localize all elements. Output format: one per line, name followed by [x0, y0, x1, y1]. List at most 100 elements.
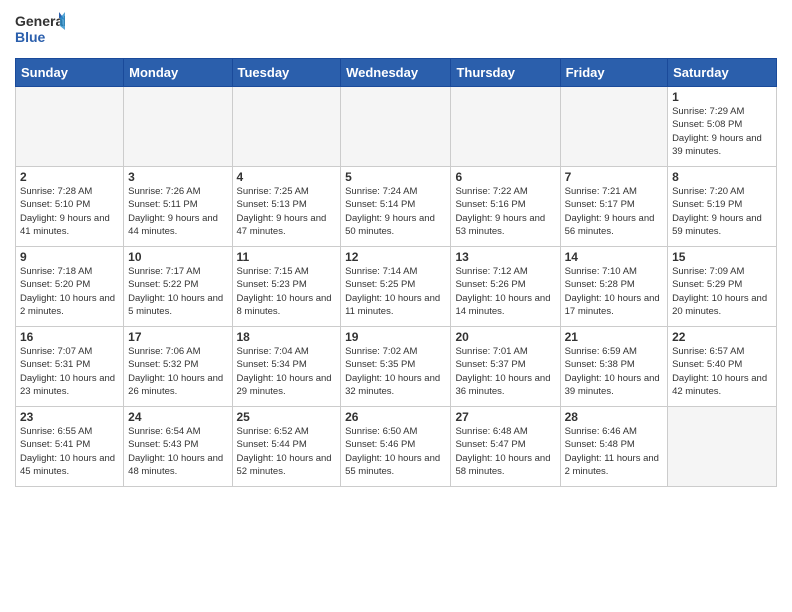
calendar-cell: 24Sunrise: 6:54 AM Sunset: 5:43 PM Dayli… — [124, 407, 232, 487]
calendar-cell: 28Sunrise: 6:46 AM Sunset: 5:48 PM Dayli… — [560, 407, 667, 487]
day-number: 13 — [455, 250, 555, 264]
day-info: Sunrise: 7:15 AM Sunset: 5:23 PM Dayligh… — [237, 265, 337, 318]
day-info: Sunrise: 7:26 AM Sunset: 5:11 PM Dayligh… — [128, 185, 227, 238]
day-info: Sunrise: 7:18 AM Sunset: 5:20 PM Dayligh… — [20, 265, 119, 318]
calendar-cell — [451, 87, 560, 167]
calendar-cell — [560, 87, 667, 167]
calendar-header-saturday: Saturday — [668, 59, 777, 87]
day-info: Sunrise: 6:46 AM Sunset: 5:48 PM Dayligh… — [565, 425, 663, 478]
day-info: Sunrise: 7:06 AM Sunset: 5:32 PM Dayligh… — [128, 345, 227, 398]
logo: General Blue — [15, 10, 65, 50]
calendar-cell — [341, 87, 451, 167]
day-info: Sunrise: 7:24 AM Sunset: 5:14 PM Dayligh… — [345, 185, 446, 238]
day-number: 18 — [237, 330, 337, 344]
day-number: 19 — [345, 330, 446, 344]
day-info: Sunrise: 7:12 AM Sunset: 5:26 PM Dayligh… — [455, 265, 555, 318]
day-number: 23 — [20, 410, 119, 424]
calendar-week-2: 2Sunrise: 7:28 AM Sunset: 5:10 PM Daylig… — [16, 167, 777, 247]
calendar-cell: 13Sunrise: 7:12 AM Sunset: 5:26 PM Dayli… — [451, 247, 560, 327]
day-number: 11 — [237, 250, 337, 264]
calendar-week-4: 16Sunrise: 7:07 AM Sunset: 5:31 PM Dayli… — [16, 327, 777, 407]
calendar-cell: 11Sunrise: 7:15 AM Sunset: 5:23 PM Dayli… — [232, 247, 341, 327]
day-info: Sunrise: 7:22 AM Sunset: 5:16 PM Dayligh… — [455, 185, 555, 238]
calendar-cell: 17Sunrise: 7:06 AM Sunset: 5:32 PM Dayli… — [124, 327, 232, 407]
calendar-cell: 25Sunrise: 6:52 AM Sunset: 5:44 PM Dayli… — [232, 407, 341, 487]
day-info: Sunrise: 7:25 AM Sunset: 5:13 PM Dayligh… — [237, 185, 337, 238]
calendar-cell — [232, 87, 341, 167]
day-info: Sunrise: 7:04 AM Sunset: 5:34 PM Dayligh… — [237, 345, 337, 398]
svg-text:General: General — [15, 13, 65, 29]
day-number: 16 — [20, 330, 119, 344]
day-number: 5 — [345, 170, 446, 184]
calendar-week-3: 9Sunrise: 7:18 AM Sunset: 5:20 PM Daylig… — [16, 247, 777, 327]
calendar-cell: 9Sunrise: 7:18 AM Sunset: 5:20 PM Daylig… — [16, 247, 124, 327]
day-number: 28 — [565, 410, 663, 424]
day-info: Sunrise: 6:48 AM Sunset: 5:47 PM Dayligh… — [455, 425, 555, 478]
calendar-cell: 1Sunrise: 7:29 AM Sunset: 5:08 PM Daylig… — [668, 87, 777, 167]
day-info: Sunrise: 7:14 AM Sunset: 5:25 PM Dayligh… — [345, 265, 446, 318]
day-number: 25 — [237, 410, 337, 424]
day-info: Sunrise: 7:07 AM Sunset: 5:31 PM Dayligh… — [20, 345, 119, 398]
calendar-week-1: 1Sunrise: 7:29 AM Sunset: 5:08 PM Daylig… — [16, 87, 777, 167]
day-number: 8 — [672, 170, 772, 184]
calendar-cell: 22Sunrise: 6:57 AM Sunset: 5:40 PM Dayli… — [668, 327, 777, 407]
day-info: Sunrise: 7:01 AM Sunset: 5:37 PM Dayligh… — [455, 345, 555, 398]
day-number: 27 — [455, 410, 555, 424]
day-info: Sunrise: 6:57 AM Sunset: 5:40 PM Dayligh… — [672, 345, 772, 398]
logo-container: General Blue — [15, 10, 65, 50]
calendar-cell: 8Sunrise: 7:20 AM Sunset: 5:19 PM Daylig… — [668, 167, 777, 247]
calendar-header-tuesday: Tuesday — [232, 59, 341, 87]
calendar-cell: 6Sunrise: 7:22 AM Sunset: 5:16 PM Daylig… — [451, 167, 560, 247]
calendar-header-wednesday: Wednesday — [341, 59, 451, 87]
day-info: Sunrise: 7:20 AM Sunset: 5:19 PM Dayligh… — [672, 185, 772, 238]
calendar-cell: 23Sunrise: 6:55 AM Sunset: 5:41 PM Dayli… — [16, 407, 124, 487]
day-number: 9 — [20, 250, 119, 264]
calendar-cell: 15Sunrise: 7:09 AM Sunset: 5:29 PM Dayli… — [668, 247, 777, 327]
calendar-header-friday: Friday — [560, 59, 667, 87]
day-info: Sunrise: 6:55 AM Sunset: 5:41 PM Dayligh… — [20, 425, 119, 478]
calendar-header-monday: Monday — [124, 59, 232, 87]
calendar-cell: 26Sunrise: 6:50 AM Sunset: 5:46 PM Dayli… — [341, 407, 451, 487]
day-number: 1 — [672, 90, 772, 104]
svg-text:Blue: Blue — [15, 29, 46, 45]
calendar-cell: 7Sunrise: 7:21 AM Sunset: 5:17 PM Daylig… — [560, 167, 667, 247]
day-number: 24 — [128, 410, 227, 424]
calendar-cell: 2Sunrise: 7:28 AM Sunset: 5:10 PM Daylig… — [16, 167, 124, 247]
calendar-cell — [124, 87, 232, 167]
page-container: General Blue SundayMondayTuesdayWednesda… — [0, 0, 792, 497]
calendar-cell: 20Sunrise: 7:01 AM Sunset: 5:37 PM Dayli… — [451, 327, 560, 407]
day-info: Sunrise: 7:02 AM Sunset: 5:35 PM Dayligh… — [345, 345, 446, 398]
calendar-header-thursday: Thursday — [451, 59, 560, 87]
day-info: Sunrise: 7:21 AM Sunset: 5:17 PM Dayligh… — [565, 185, 663, 238]
calendar-cell: 18Sunrise: 7:04 AM Sunset: 5:34 PM Dayli… — [232, 327, 341, 407]
day-info: Sunrise: 7:28 AM Sunset: 5:10 PM Dayligh… — [20, 185, 119, 238]
calendar-table: SundayMondayTuesdayWednesdayThursdayFrid… — [15, 58, 777, 487]
day-number: 26 — [345, 410, 446, 424]
day-number: 7 — [565, 170, 663, 184]
day-number: 10 — [128, 250, 227, 264]
day-number: 15 — [672, 250, 772, 264]
calendar-cell: 27Sunrise: 6:48 AM Sunset: 5:47 PM Dayli… — [451, 407, 560, 487]
calendar-cell: 19Sunrise: 7:02 AM Sunset: 5:35 PM Dayli… — [341, 327, 451, 407]
page-header: General Blue — [15, 10, 777, 50]
day-number: 20 — [455, 330, 555, 344]
day-number: 14 — [565, 250, 663, 264]
logo-icon: General Blue — [15, 10, 65, 50]
calendar-cell — [668, 407, 777, 487]
day-info: Sunrise: 7:10 AM Sunset: 5:28 PM Dayligh… — [565, 265, 663, 318]
day-info: Sunrise: 6:54 AM Sunset: 5:43 PM Dayligh… — [128, 425, 227, 478]
day-info: Sunrise: 7:29 AM Sunset: 5:08 PM Dayligh… — [672, 105, 772, 158]
calendar-cell: 3Sunrise: 7:26 AM Sunset: 5:11 PM Daylig… — [124, 167, 232, 247]
day-number: 22 — [672, 330, 772, 344]
calendar-week-5: 23Sunrise: 6:55 AM Sunset: 5:41 PM Dayli… — [16, 407, 777, 487]
calendar-cell: 4Sunrise: 7:25 AM Sunset: 5:13 PM Daylig… — [232, 167, 341, 247]
day-info: Sunrise: 7:09 AM Sunset: 5:29 PM Dayligh… — [672, 265, 772, 318]
calendar-header-sunday: Sunday — [16, 59, 124, 87]
calendar-cell: 12Sunrise: 7:14 AM Sunset: 5:25 PM Dayli… — [341, 247, 451, 327]
calendar-cell: 21Sunrise: 6:59 AM Sunset: 5:38 PM Dayli… — [560, 327, 667, 407]
day-info: Sunrise: 6:50 AM Sunset: 5:46 PM Dayligh… — [345, 425, 446, 478]
day-number: 2 — [20, 170, 119, 184]
calendar-header-row: SundayMondayTuesdayWednesdayThursdayFrid… — [16, 59, 777, 87]
day-number: 12 — [345, 250, 446, 264]
day-number: 4 — [237, 170, 337, 184]
